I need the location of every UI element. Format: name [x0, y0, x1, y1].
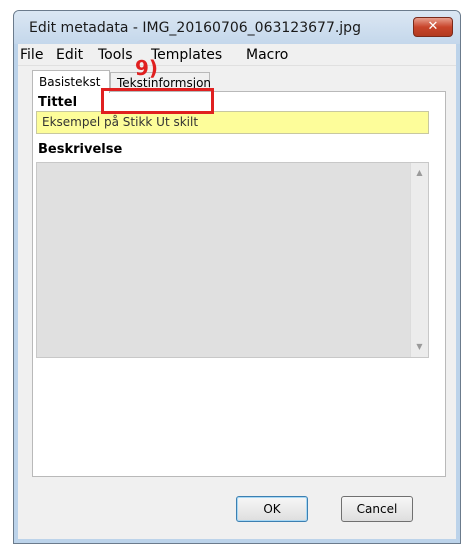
menu-tools[interactable]: Tools: [98, 47, 133, 63]
description-field-label: Beskrivelse: [38, 142, 123, 157]
page-left-edge: [0, 0, 12, 546]
cancel-button[interactable]: Cancel: [341, 496, 413, 522]
edit-metadata-window: Edit metadata - IMG_20160706_063123677.j…: [13, 10, 461, 544]
annotation-highlight-box: [101, 88, 214, 114]
annotation-label: 9): [135, 56, 159, 80]
menu-templates[interactable]: Templates: [151, 47, 222, 63]
description-textarea[interactable]: ▲ ▼: [36, 162, 429, 358]
tab-panel-basistekst: Tittel Eksempel på Stikk Ut skilt Beskri…: [32, 91, 446, 477]
menu-file[interactable]: File: [20, 47, 43, 63]
title-field-label: Tittel: [38, 95, 78, 110]
close-icon: ✕: [427, 19, 439, 34]
close-button[interactable]: ✕: [413, 17, 453, 37]
tab-basistekst[interactable]: Basistekst: [32, 70, 110, 93]
menu-edit[interactable]: Edit: [56, 47, 83, 63]
title-input[interactable]: Eksempel på Stikk Ut skilt: [36, 111, 429, 134]
ok-button[interactable]: OK: [236, 496, 308, 522]
scroll-up-icon[interactable]: ▲: [411, 165, 428, 181]
description-scrollbar[interactable]: ▲ ▼: [410, 163, 428, 357]
dialog-client-area: File Edit Tools Templates Macro Basistek…: [18, 44, 456, 539]
scroll-down-icon[interactable]: ▼: [411, 339, 428, 355]
window-title: Edit metadata - IMG_20160706_063123677.j…: [29, 20, 361, 36]
title-bar[interactable]: Edit metadata - IMG_20160706_063123677.j…: [14, 11, 460, 44]
menu-macro[interactable]: Macro: [246, 47, 288, 63]
menu-bar: File Edit Tools Templates Macro: [18, 44, 456, 66]
